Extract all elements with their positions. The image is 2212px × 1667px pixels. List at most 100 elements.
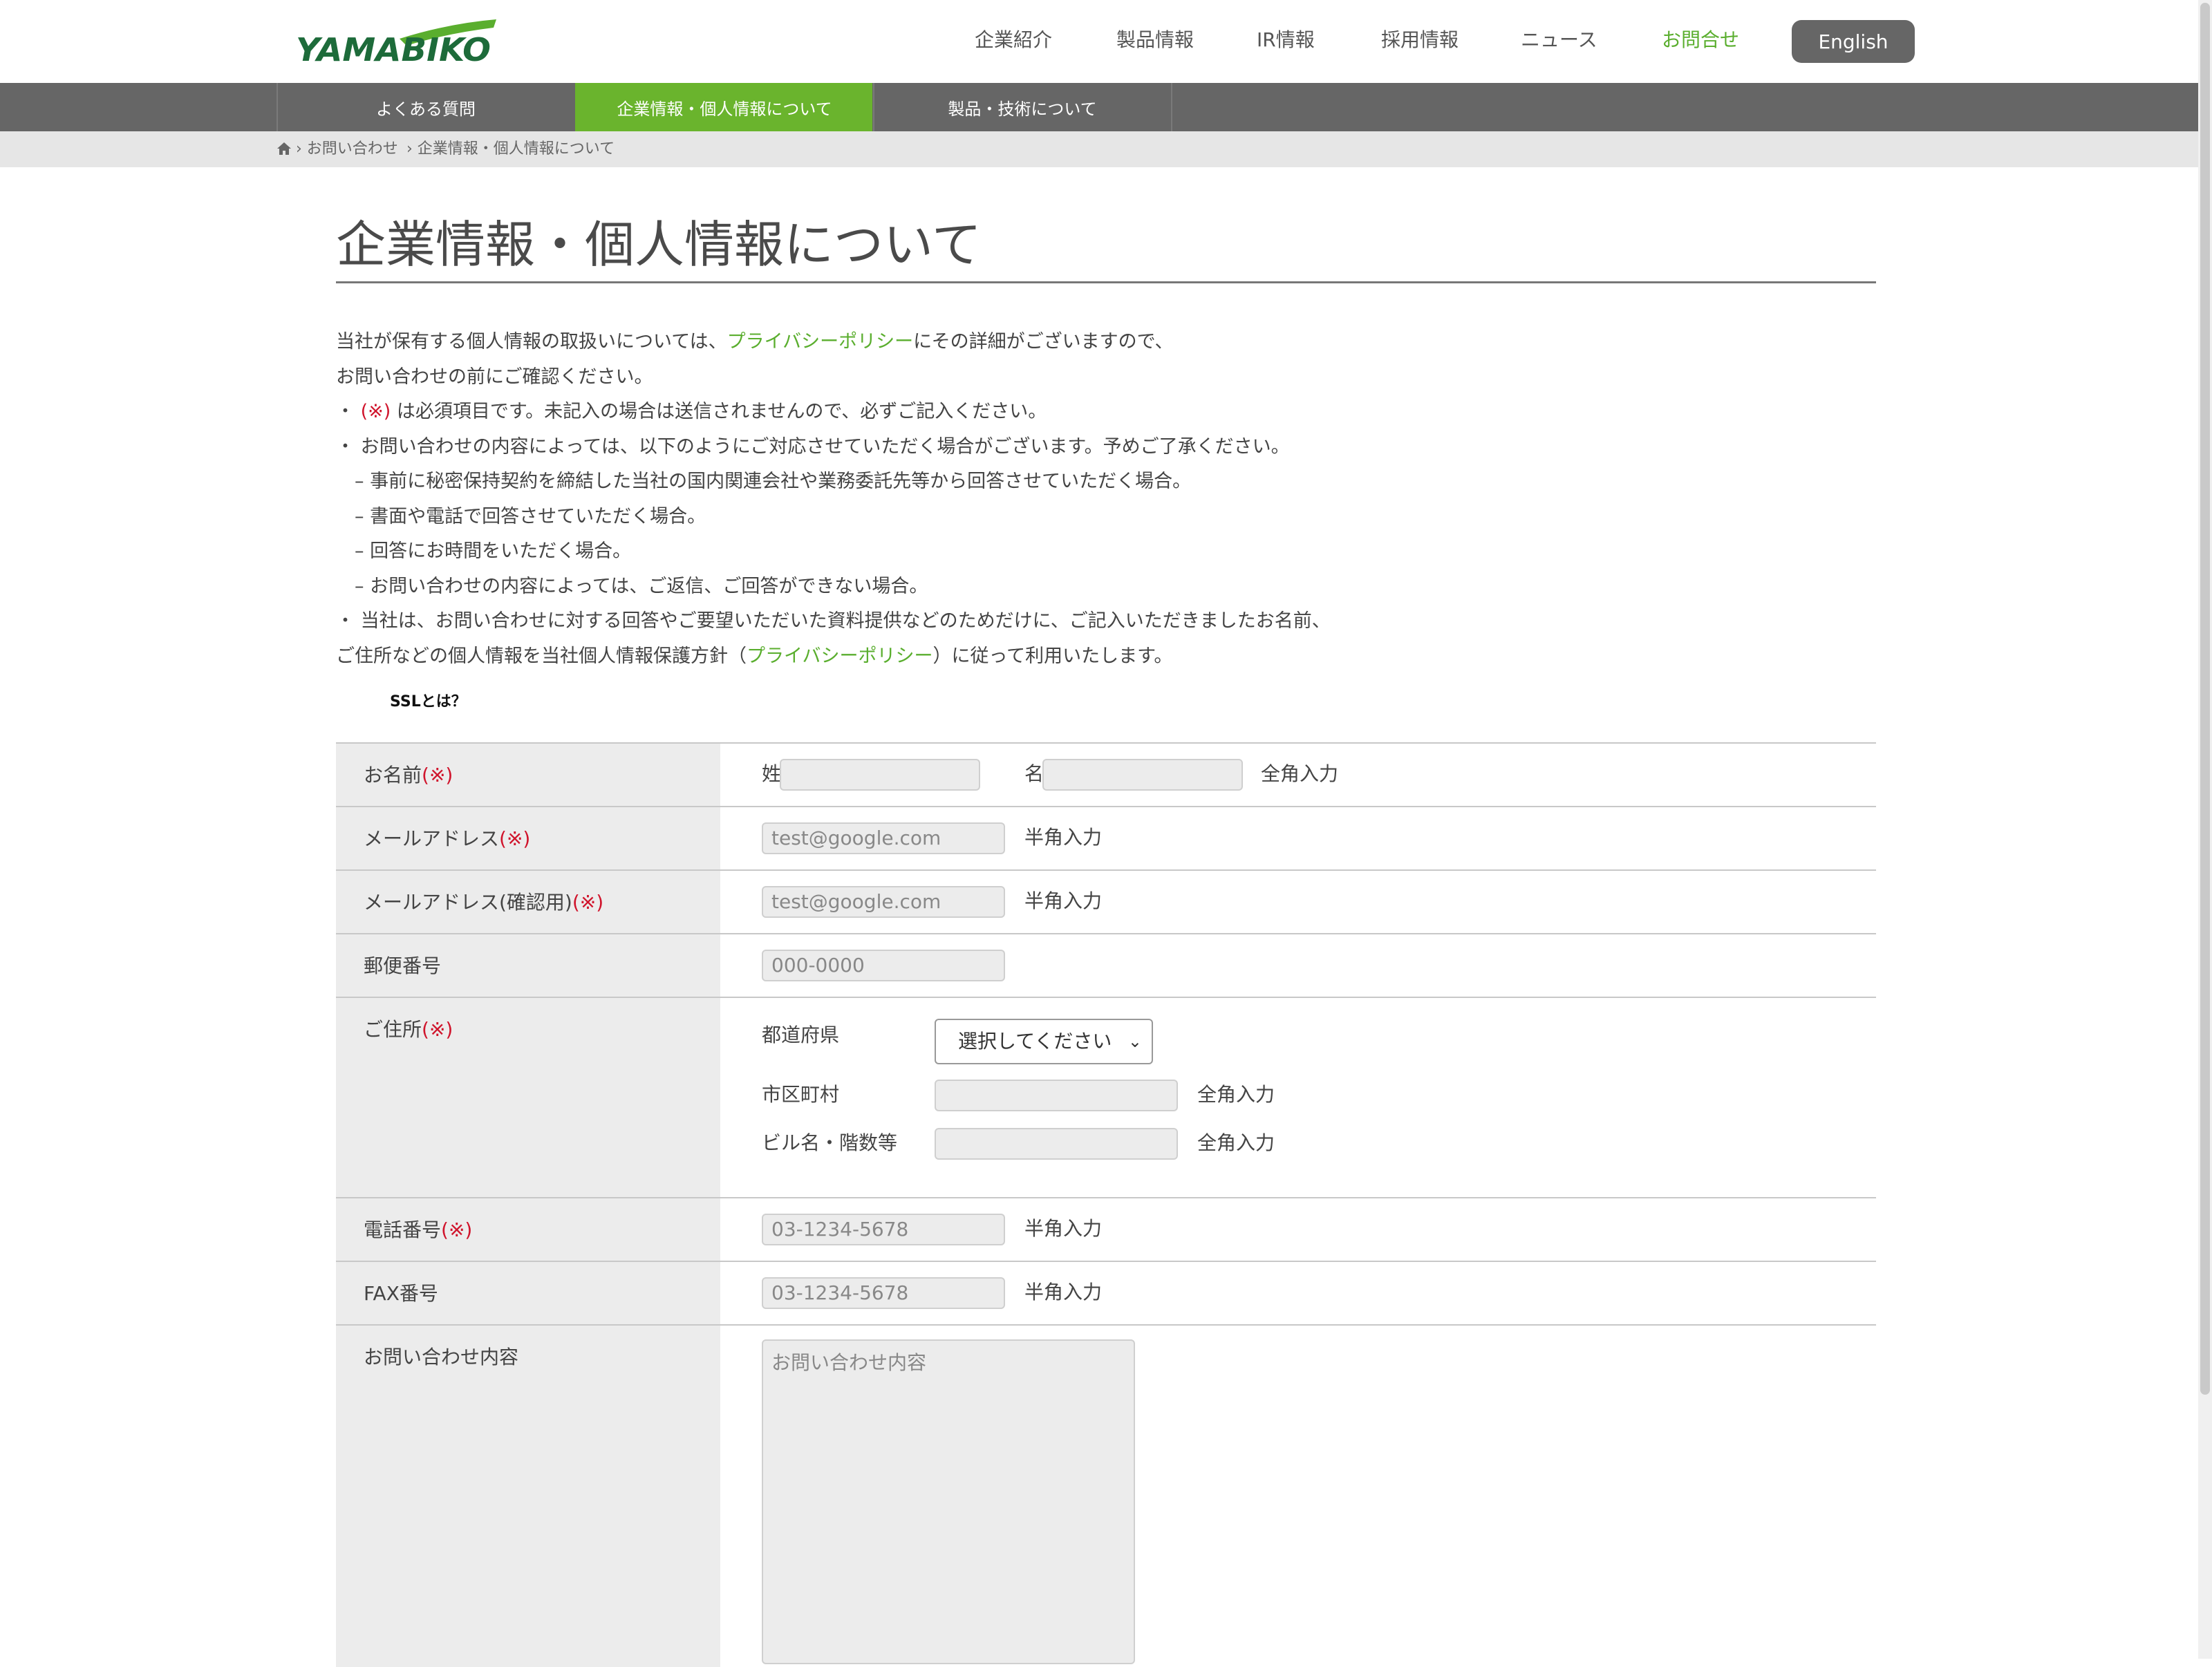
- scrollbar-thumb[interactable]: [2200, 3, 2210, 1395]
- form-value-fax: 03-1234-5678 半角入力: [720, 1262, 1876, 1324]
- title-divider: [336, 281, 1876, 283]
- nav-ir[interactable]: IR情報: [1257, 26, 1315, 54]
- prefecture-selected-value: 選択してください: [958, 1030, 1112, 1053]
- subnav-divider: [1171, 83, 1172, 131]
- nav-products[interactable]: 製品情報: [1116, 26, 1194, 54]
- prefecture-label: 都道府県: [762, 1024, 840, 1046]
- intro-line-7: – 回答にお時間をいただく場合。: [336, 540, 632, 562]
- form-label-email: メールアドレス(※): [336, 807, 720, 869]
- intro-text-segment: は必須項目です。未記入の場合は送信されませんので、必ずご記入ください。: [391, 401, 1047, 422]
- form-value-name: 姓 名 全角入力: [720, 744, 1876, 806]
- phone-hint: 半角入力: [1024, 1217, 1103, 1240]
- last-name-input[interactable]: [780, 759, 980, 791]
- intro-line-9: ・ 当社は、お問い合わせに対する回答やご要望いただいた資料提供などのためだけに、…: [336, 610, 1331, 632]
- label-text: ご住所: [364, 1018, 422, 1041]
- form-label-phone: 電話番号(※): [336, 1198, 720, 1261]
- building-hint: 全角入力: [1197, 1131, 1275, 1154]
- form-row-email-confirm: メールアドレス(確認用)(※) test@google.com 半角入力: [336, 869, 1876, 933]
- subnav-company-privacy[interactable]: 企業情報・個人情報について: [575, 83, 872, 131]
- nav-company[interactable]: 企業紹介: [975, 26, 1052, 54]
- intro-line-3: ・ (※) は必須項目です。未記入の場合は送信されませんので、必ずご記入ください…: [336, 395, 1876, 430]
- form-value-message: お問い合わせ内容: [720, 1326, 1876, 1667]
- form-row-message: お問い合わせ内容 お問い合わせ内容: [336, 1324, 1876, 1667]
- email-confirm-input[interactable]: test@google.com: [762, 886, 1005, 918]
- form-value-postal: 000-0000: [720, 934, 1876, 997]
- city-label: 市区町村: [762, 1083, 840, 1106]
- sub-navigation: よくある質問 企業情報・個人情報について 製品・技術について: [0, 83, 2212, 131]
- label-text: FAX番号: [364, 1282, 438, 1305]
- site-header: YAMABIKO 企業紹介 製品情報 IR情報 採用情報 ニュース お問合せ E…: [0, 0, 2212, 83]
- required-mark: (※): [422, 764, 453, 787]
- intro-line-8: – お問い合わせの内容によっては、ご返信、ご回答ができない場合。: [336, 575, 928, 597]
- fax-input[interactable]: 03-1234-5678: [762, 1277, 1005, 1309]
- breadcrumb-current: › 企業情報・個人情報について: [406, 140, 615, 158]
- intro-line-10: ご住所などの個人情報を当社個人情報保護方針（プライバシーポリシー）に従って利用い…: [336, 639, 1876, 675]
- prefecture-select[interactable]: 選択してください ⌄: [935, 1019, 1153, 1064]
- contact-form: お名前(※) 姓 名 全角入力 メールアドレス(※) test@google.c…: [336, 742, 1876, 1667]
- form-label-name: お名前(※): [336, 744, 720, 806]
- first-name-input[interactable]: [1042, 759, 1243, 791]
- form-label-email-confirm: メールアドレス(確認用)(※): [336, 871, 720, 933]
- message-textarea[interactable]: お問い合わせ内容: [762, 1339, 1135, 1664]
- bullet: ・: [336, 401, 361, 422]
- subnav-faq[interactable]: よくある質問: [276, 83, 574, 131]
- privacy-policy-link-2[interactable]: プライバシーポリシー: [747, 646, 932, 667]
- postal-code-input[interactable]: 000-0000: [762, 950, 1005, 981]
- required-mark: (※): [441, 1218, 473, 1241]
- city-hint: 全角入力: [1197, 1083, 1275, 1106]
- city-input[interactable]: [935, 1080, 1178, 1111]
- nav-news[interactable]: ニュース: [1521, 26, 1597, 54]
- logo-text: YAMABIKO: [296, 31, 491, 66]
- label-text: 電話番号: [364, 1218, 442, 1241]
- required-mark: (※): [360, 401, 391, 422]
- english-button[interactable]: English: [1792, 20, 1915, 63]
- label-text: メールアドレス: [364, 827, 500, 850]
- name-hint: 全角入力: [1261, 762, 1339, 785]
- form-value-email-confirm: test@google.com 半角入力: [720, 871, 1876, 933]
- form-value-address: 都道府県 選択してください ⌄ 市区町村 全角入力 ビル名・階数等 全角入力: [720, 998, 1876, 1197]
- last-name-label: 姓: [762, 762, 782, 785]
- form-label-fax: FAX番号: [336, 1262, 720, 1324]
- intro-line-5: – 事前に秘密保持契約を締結した当社の国内関連会社や業務委託先等から回答させてい…: [336, 471, 1192, 492]
- label-text: 郵便番号: [364, 954, 442, 977]
- yamabiko-logo[interactable]: YAMABIKO: [296, 18, 496, 66]
- form-label-message: お問い合わせ内容: [336, 1326, 720, 1667]
- form-row-postal: 郵便番号 000-0000: [336, 933, 1876, 997]
- breadcrumb: › お問い合わせ › 企業情報・個人情報について: [0, 131, 2212, 167]
- email-confirm-hint: 半角入力: [1024, 889, 1103, 912]
- required-mark: (※): [572, 891, 604, 914]
- building-label: ビル名・階数等: [762, 1131, 898, 1154]
- nav-recruit[interactable]: 採用情報: [1381, 26, 1459, 54]
- email-input[interactable]: test@google.com: [762, 822, 1005, 854]
- label-text: お問い合わせ内容: [364, 1346, 519, 1368]
- intro-text-segment: 当社が保有する個人情報の取扱いについては、: [336, 331, 727, 352]
- home-icon[interactable]: [276, 141, 292, 156]
- intro-line-6: – 書面や電話で回答させていただく場合。: [336, 505, 706, 527]
- privacy-policy-link[interactable]: プライバシーポリシー: [727, 331, 913, 352]
- intro-text-segment: ご住所などの個人情報を当社個人情報保護方針（: [336, 645, 747, 667]
- page-title: 企業情報・個人情報について: [336, 216, 982, 274]
- form-row-address: ご住所(※) 都道府県 選択してください ⌄ 市区町村 全角入力 ビル名・階数等…: [336, 997, 1876, 1197]
- label-text: お名前: [364, 764, 422, 787]
- intro-line-4: ・ お問い合わせの内容によっては、以下のようにご対応させていただく場合がございま…: [336, 435, 1290, 458]
- chevron-down-icon: ⌄: [1127, 1032, 1142, 1051]
- ssl-info-link[interactable]: SSLとは？: [390, 689, 467, 711]
- form-label-address: ご住所(※): [336, 998, 720, 1197]
- intro-text-segment: にその詳細がございますので、: [913, 331, 1174, 352]
- fax-hint: 半角入力: [1024, 1281, 1103, 1303]
- intro-line-1: 当社が保有する個人情報の取扱いについては、プライバシーポリシーにその詳細がござい…: [336, 325, 1876, 360]
- subnav-products-tech[interactable]: 製品・技術について: [873, 83, 1170, 131]
- building-input[interactable]: [935, 1128, 1178, 1160]
- form-row-phone: 電話番号(※) 03-1234-5678 半角入力: [336, 1197, 1876, 1261]
- breadcrumb-contact[interactable]: › お問い合わせ: [296, 141, 398, 158]
- form-row-fax: FAX番号 03-1234-5678 半角入力: [336, 1261, 1876, 1324]
- first-name-label: 名: [1024, 762, 1044, 785]
- form-label-postal: 郵便番号: [336, 934, 720, 997]
- intro-line-2: お問い合わせの前にご確認ください。: [336, 366, 653, 388]
- form-value-phone: 03-1234-5678 半角入力: [720, 1198, 1876, 1261]
- phone-input[interactable]: 03-1234-5678: [762, 1214, 1005, 1245]
- intro-text-segment: ）に従って利用いたします。: [932, 645, 1173, 667]
- form-value-email: test@google.com 半角入力: [720, 807, 1876, 869]
- nav-contact[interactable]: お問合せ: [1662, 26, 1739, 54]
- email-hint: 半角入力: [1024, 826, 1103, 849]
